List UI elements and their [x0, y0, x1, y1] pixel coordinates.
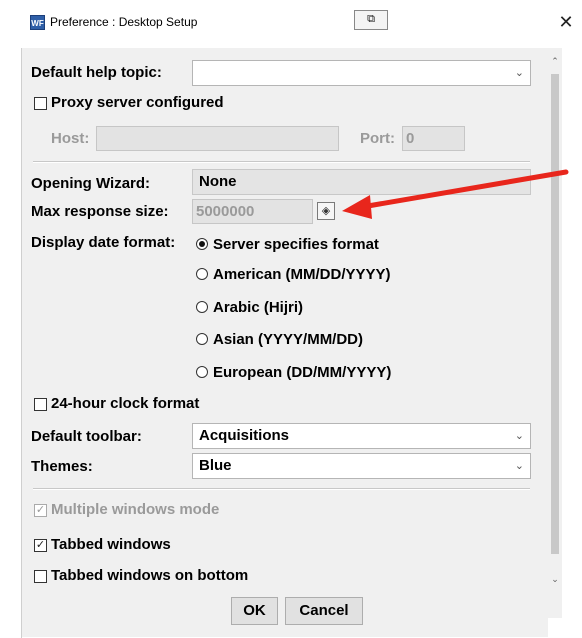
close-icon[interactable]: ✕	[556, 10, 576, 34]
tabbed-windows-checkbox[interactable]: ✓	[34, 539, 47, 552]
toolbar-label: Default toolbar:	[31, 428, 142, 445]
radio-american-format[interactable]	[196, 268, 208, 280]
scrollbar-thumb[interactable]	[551, 74, 559, 554]
date-option-label: Arabic (Hijri)	[213, 299, 304, 316]
host-input[interactable]	[96, 126, 339, 151]
toolbar-value: Acquisitions	[199, 427, 290, 444]
radio-arabic-format[interactable]	[196, 301, 208, 313]
app-icon: WF	[30, 15, 45, 30]
max-response-label: Max response size:	[31, 203, 169, 220]
host-label: Host:	[51, 130, 90, 147]
clock-label: 24-hour clock format	[51, 395, 200, 412]
chevron-down-icon: ⌄	[514, 67, 524, 79]
radio-server-format[interactable]	[196, 238, 208, 250]
proxy-label: Proxy server configured	[51, 94, 224, 111]
tabbed-bottom-checkbox[interactable]	[34, 570, 47, 583]
wizard-label: Opening Wizard:	[31, 175, 151, 192]
wizard-dropdown[interactable]: None	[192, 169, 531, 195]
section-divider	[33, 488, 530, 490]
port-input[interactable]: 0	[402, 126, 465, 151]
toolbar-dropdown[interactable]: Acquisitions ⌄	[192, 423, 531, 449]
help-topic-label: Default help topic:	[31, 64, 162, 81]
help-topic-dropdown[interactable]: ⌄	[192, 60, 531, 86]
date-format-label: Display date format:	[31, 234, 176, 251]
window-title: Preference : Desktop Setup	[50, 15, 198, 29]
radio-asian-format[interactable]	[196, 333, 208, 345]
date-option-label: Server specifies format	[213, 236, 379, 253]
ok-button[interactable]: OK	[231, 597, 278, 625]
port-label: Port:	[360, 130, 395, 147]
max-response-input[interactable]: 5000000	[192, 199, 313, 224]
themes-label: Themes:	[31, 458, 93, 475]
scroll-up-icon[interactable]: ⌃	[550, 55, 560, 67]
spinner-icon[interactable]: ◈	[317, 202, 335, 220]
date-option-label: American (MM/DD/YYYY)	[213, 266, 391, 283]
preference-dialog: WF Preference : Desktop Setup ⧉ ✕ ⌃ ⌄ De…	[0, 0, 582, 638]
tabbed-windows-label: Tabbed windows	[51, 536, 171, 553]
cancel-button[interactable]: Cancel	[285, 597, 363, 625]
section-divider	[33, 161, 530, 163]
tabbed-bottom-label: Tabbed windows on bottom	[51, 567, 249, 584]
multiple-windows-checkbox: ✓	[34, 504, 47, 517]
date-option-label: Asian (YYYY/MM/DD)	[213, 331, 364, 348]
chevron-down-icon: ⌄	[514, 460, 524, 472]
chevron-down-icon: ⌄	[514, 430, 524, 442]
proxy-checkbox[interactable]	[34, 97, 47, 110]
radio-european-format[interactable]	[196, 366, 208, 378]
multiple-windows-label: Multiple windows mode	[51, 501, 220, 518]
title-bar: WF Preference : Desktop Setup ⧉ ✕	[0, 0, 582, 48]
clock-checkbox[interactable]	[34, 398, 47, 411]
themes-dropdown[interactable]: Blue ⌄	[192, 453, 531, 479]
wizard-value: None	[199, 173, 237, 190]
scroll-down-icon[interactable]: ⌄	[550, 573, 560, 585]
date-option-label: European (DD/MM/YYYY)	[213, 364, 392, 381]
restore-icon[interactable]: ⧉	[354, 10, 388, 30]
themes-value: Blue	[199, 457, 232, 474]
